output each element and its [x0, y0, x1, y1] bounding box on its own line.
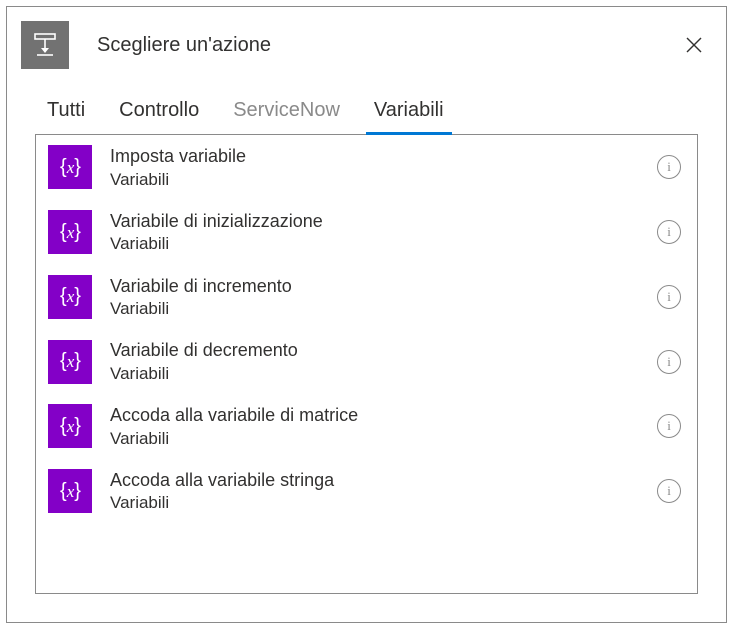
info-icon[interactable]: i: [657, 414, 681, 438]
info-icon[interactable]: i: [657, 155, 681, 179]
tab-tutti[interactable]: Tutti: [33, 91, 99, 134]
variable-icon: {x}: [48, 340, 92, 384]
action-text: Variabile di decremento Variabili: [110, 339, 657, 384]
action-subtitle: Variabili: [110, 363, 657, 384]
action-title: Imposta variabile: [110, 145, 657, 168]
variable-icon: {x}: [48, 404, 92, 448]
tabs: Tutti Controllo ServiceNow Variabili: [7, 79, 726, 134]
info-icon[interactable]: i: [657, 479, 681, 503]
action-subtitle: Variabili: [110, 298, 657, 319]
action-text: Variabile di incremento Variabili: [110, 275, 657, 320]
action-subtitle: Variabili: [110, 428, 657, 449]
action-item[interactable]: {x} Imposta variabile Variabili i: [36, 135, 697, 200]
close-icon: [685, 36, 703, 54]
variable-icon: {x}: [48, 145, 92, 189]
info-icon[interactable]: i: [657, 285, 681, 309]
tab-controllo[interactable]: Controllo: [105, 91, 213, 134]
variable-icon: {x}: [48, 210, 92, 254]
action-title: Variabile di incremento: [110, 275, 657, 298]
action-text: Imposta variabile Variabili: [110, 145, 657, 190]
dialog-header: Scegliere un'azione: [7, 7, 726, 79]
action-item[interactable]: {x} Accoda alla variabile stringa Variab…: [36, 459, 697, 524]
variable-icon: {x}: [48, 275, 92, 319]
choose-action-dialog: Scegliere un'azione Tutti Controllo Serv…: [6, 6, 727, 623]
action-subtitle: Variabili: [110, 233, 657, 254]
action-subtitle: Variabili: [110, 169, 657, 190]
action-text: Variabile di inizializzazione Variabili: [110, 210, 657, 255]
action-item[interactable]: {x} Variabile di incremento Variabili i: [36, 265, 697, 330]
insert-step-icon: [31, 31, 59, 59]
variable-icon: {x}: [48, 469, 92, 513]
action-title: Accoda alla variabile stringa: [110, 469, 657, 492]
dialog-header-icon: [21, 21, 69, 69]
action-title: Accoda alla variabile di matrice: [110, 404, 657, 427]
action-text: Accoda alla variabile stringa Variabili: [110, 469, 657, 514]
info-icon[interactable]: i: [657, 350, 681, 374]
action-title: Variabile di inizializzazione: [110, 210, 657, 233]
info-icon[interactable]: i: [657, 220, 681, 244]
close-button[interactable]: [680, 31, 708, 59]
tab-servicenow[interactable]: ServiceNow: [219, 91, 354, 134]
action-subtitle: Variabili: [110, 492, 657, 513]
action-item[interactable]: {x} Variabile di inizializzazione Variab…: [36, 200, 697, 265]
action-title: Variabile di decremento: [110, 339, 657, 362]
dialog-title: Scegliere un'azione: [97, 34, 680, 57]
action-text: Accoda alla variabile di matrice Variabi…: [110, 404, 657, 449]
action-item[interactable]: {x} Accoda alla variabile di matrice Var…: [36, 394, 697, 459]
action-item[interactable]: {x} Variabile di decremento Variabili i: [36, 329, 697, 394]
tab-variabili[interactable]: Variabili: [360, 91, 458, 134]
actions-list: {x} Imposta variabile Variabili i {x} Va…: [35, 134, 698, 594]
